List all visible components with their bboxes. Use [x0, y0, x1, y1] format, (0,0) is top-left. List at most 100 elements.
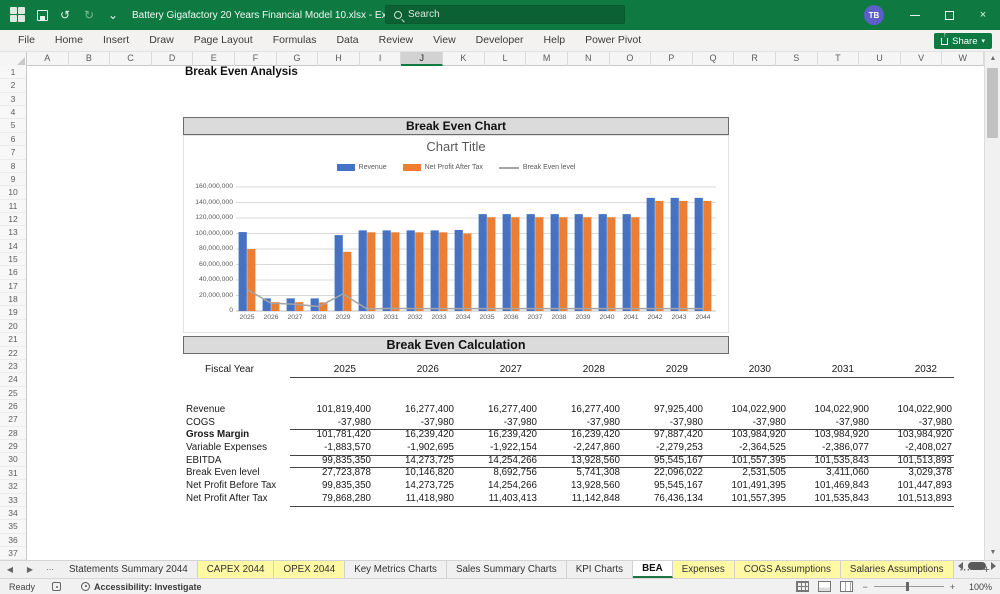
ribbon-tab-developer[interactable]: Developer — [466, 30, 534, 51]
column-header-J[interactable]: J — [401, 52, 444, 66]
ribbon-tab-power-pivot[interactable]: Power Pivot — [575, 30, 651, 51]
revenue-bar-2040[interactable] — [598, 214, 607, 311]
cell-gross-margin-2031[interactable]: 103,984,920 — [788, 429, 871, 442]
customize-qat-icon[interactable]: ⌄ — [106, 8, 120, 22]
cell-cogs-2030[interactable]: -37,980 — [705, 417, 788, 431]
row-header-12[interactable]: 12 — [0, 213, 26, 227]
column-header-O[interactable]: O — [610, 52, 652, 66]
share-button[interactable]: Share ▾ — [934, 32, 992, 49]
row-header-2[interactable]: 2 — [0, 79, 26, 93]
sheet-tab-capex-2044[interactable]: CAPEX 2044 — [197, 561, 275, 578]
npat-bar-2044[interactable] — [703, 200, 712, 311]
calc-section-header[interactable]: Break Even Calculation — [183, 336, 729, 354]
row-header-19[interactable]: 19 — [0, 306, 26, 320]
cell-cogs-2031[interactable]: -37,980 — [788, 417, 871, 431]
row-label-break-even-level[interactable]: Break Even level — [186, 467, 290, 480]
row-header-9[interactable]: 9 — [0, 173, 26, 187]
year-header-2026[interactable]: 2026 — [373, 363, 456, 378]
npat-bar-2031[interactable] — [391, 232, 400, 311]
zoom-out-icon[interactable]: − — [862, 582, 867, 592]
year-header-2030[interactable]: 2030 — [705, 363, 788, 378]
zoom-slider[interactable] — [873, 582, 944, 591]
row-header-28[interactable]: 28 — [0, 427, 26, 441]
row-header-31[interactable]: 31 — [0, 467, 26, 481]
bar-series[interactable] — [238, 197, 712, 311]
restore-button[interactable] — [932, 0, 966, 30]
column-header-U[interactable]: U — [859, 52, 901, 66]
prev-sheet-icon[interactable]: ◀ — [0, 561, 20, 578]
ribbon-tab-review[interactable]: Review — [369, 30, 423, 51]
sheet-tab-salaries-assumptions[interactable]: Salaries Assumptions — [840, 561, 954, 578]
next-sheet-icon[interactable]: ▶ — [20, 561, 40, 578]
cell-gross-margin-2032[interactable]: 103,984,920 — [871, 429, 954, 442]
npat-bar-2037[interactable] — [535, 217, 544, 311]
zoom-level[interactable]: 100% — [964, 582, 992, 592]
ribbon-tab-help[interactable]: Help — [534, 30, 576, 51]
cell-gross-margin-2027[interactable]: 16,239,420 — [456, 429, 539, 442]
row-header-11[interactable]: 11 — [0, 200, 26, 213]
row-header-26[interactable]: 26 — [0, 400, 26, 414]
cell-variable-expenses-2028[interactable]: -2,247,860 — [539, 442, 622, 456]
cell-revenue-2031[interactable]: 104,022,900 — [788, 404, 871, 417]
accessibility-status[interactable]: Accessibility: Investigate — [94, 582, 202, 592]
row-header-20[interactable]: 20 — [0, 320, 26, 334]
npat-bar-2029[interactable] — [343, 251, 352, 311]
cell-revenue-2030[interactable]: 104,022,900 — [705, 404, 788, 417]
npat-bar-2039[interactable] — [583, 217, 592, 311]
npat-bar-2043[interactable] — [679, 200, 688, 311]
cell-variable-expenses-2029[interactable]: -2,279,253 — [622, 442, 705, 456]
cell-revenue-2032[interactable]: 104,022,900 — [871, 404, 954, 417]
save-icon[interactable] — [37, 9, 48, 21]
revenue-bar-2042[interactable] — [646, 197, 655, 311]
cell-gross-margin-2025[interactable]: 101,781,420 — [290, 429, 373, 442]
revenue-bar-2030[interactable] — [358, 230, 367, 311]
column-header-A[interactable]: A — [27, 52, 69, 66]
cell-net-profit-after-tax-2030[interactable]: 101,557,395 — [705, 493, 788, 507]
column-header-N[interactable]: N — [568, 52, 610, 66]
horizontal-scrollbar-thumb[interactable] — [968, 562, 986, 570]
cell-net-profit-before-tax-2028[interactable]: 13,928,560 — [539, 480, 622, 493]
cell-variable-expenses-2026[interactable]: -1,902,695 — [373, 442, 456, 456]
cell-break-even-level-2031[interactable]: 3,411,060 — [788, 467, 871, 480]
row-header-35[interactable]: 35 — [0, 520, 26, 534]
undo-icon[interactable]: ↺ — [58, 8, 72, 22]
ribbon-tab-draw[interactable]: Draw — [139, 30, 184, 51]
row-label-net-profit-after-tax[interactable]: Net Profit After Tax — [186, 493, 290, 507]
row-header-25[interactable]: 25 — [0, 387, 26, 400]
revenue-bar-2043[interactable] — [670, 197, 679, 311]
cell-break-even-level-2032[interactable]: 3,029,378 — [871, 467, 954, 480]
cell-revenue-2027[interactable]: 16,277,400 — [456, 404, 539, 417]
row-header-4[interactable]: 4 — [0, 106, 26, 120]
sheet-tab-opex-2044[interactable]: OPEX 2044 — [274, 561, 346, 578]
cell-net-profit-before-tax-2027[interactable]: 14,254,266 — [456, 480, 539, 493]
row-header-8[interactable]: 8 — [0, 160, 26, 173]
row-header-14[interactable]: 14 — [0, 240, 26, 254]
cell-ebitda-2031[interactable]: 101,535,843 — [788, 455, 871, 469]
column-header-T[interactable]: T — [818, 52, 860, 66]
column-header-K[interactable]: K — [443, 52, 485, 66]
scroll-left-icon[interactable] — [958, 562, 963, 570]
row-label-net-profit-before-tax[interactable]: Net Profit Before Tax — [186, 480, 290, 493]
cell-cogs-2027[interactable]: -37,980 — [456, 417, 539, 431]
row-header-15[interactable]: 15 — [0, 253, 26, 267]
revenue-bar-2033[interactable] — [430, 230, 439, 311]
sheet-tab-sales-summary-charts[interactable]: Sales Summary Charts — [447, 561, 567, 578]
npat-bar-2036[interactable] — [511, 217, 520, 311]
row-header-24[interactable]: 24 — [0, 373, 26, 387]
scroll-up-icon[interactable]: ▲ — [985, 52, 1000, 66]
revenue-bar-2034[interactable] — [454, 230, 463, 311]
npat-bar-2025[interactable] — [247, 249, 256, 311]
column-header-L[interactable]: L — [485, 52, 527, 66]
year-header-2028[interactable]: 2028 — [539, 363, 622, 378]
cell-revenue-2026[interactable]: 16,277,400 — [373, 404, 456, 417]
ribbon-tab-formulas[interactable]: Formulas — [263, 30, 327, 51]
page-layout-view-icon[interactable] — [818, 581, 832, 592]
chart-section-header[interactable]: Break Even Chart — [183, 117, 729, 135]
column-header-P[interactable]: P — [651, 52, 693, 66]
year-header-2031[interactable]: 2031 — [788, 363, 871, 378]
cell-break-even-level-2025[interactable]: 27,723,878 — [290, 467, 373, 480]
revenue-bar-2032[interactable] — [406, 230, 415, 311]
cell-cogs-2025[interactable]: -37,980 — [290, 417, 373, 431]
cell-ebitda-2025[interactable]: 99,835,350 — [290, 455, 373, 469]
cell-revenue-2025[interactable]: 101,819,400 — [290, 404, 373, 417]
